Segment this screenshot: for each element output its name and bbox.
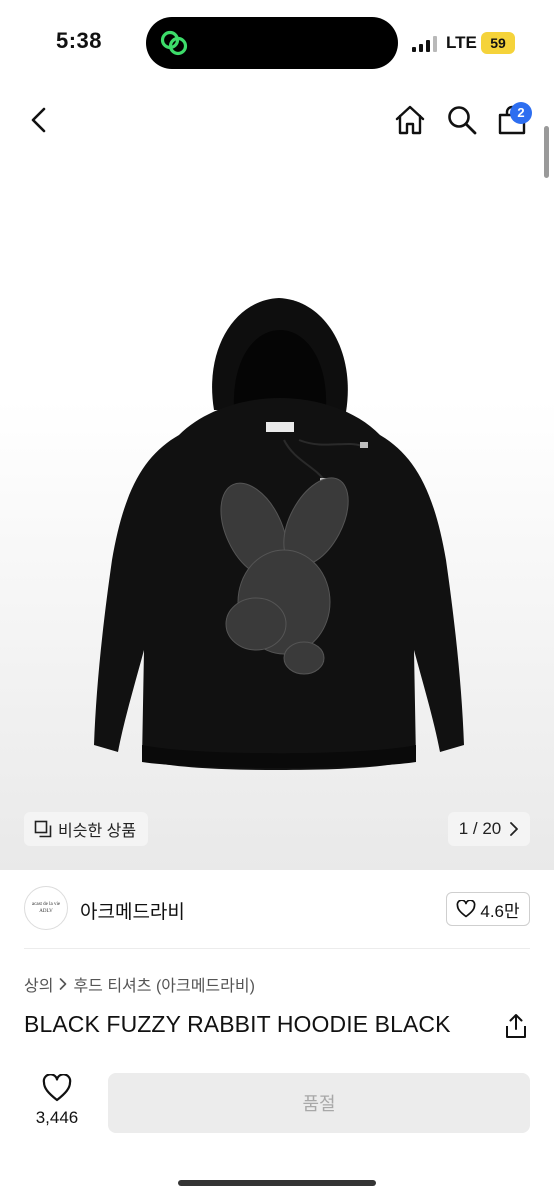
signal-icon — [412, 36, 437, 52]
breadcrumb-category[interactable]: 상의 — [24, 972, 53, 996]
home-icon[interactable] — [394, 104, 426, 136]
scrollbar[interactable] — [544, 126, 549, 178]
wishlist-button[interactable]: 3,446 — [28, 1074, 86, 1128]
breadcrumb-subcategory[interactable]: 후드 티셔츠 (아크메드라비) — [73, 972, 254, 996]
status-time: 5:38 — [56, 28, 103, 53]
back-icon[interactable] — [24, 104, 56, 136]
chevron-right-icon — [510, 822, 519, 836]
brand-row[interactable]: acast de la vie ADLV 아크메드라비 4.6만 — [0, 870, 554, 950]
brand-logo-mark: ADLV — [39, 909, 53, 914]
breadcrumb: 상의 후드 티셔츠 (아크메드라비) — [24, 972, 255, 996]
cart-count-badge: 2 — [510, 102, 532, 124]
status-bar: 5:38 LTE 59 — [0, 0, 554, 86]
image-pager-count: 1 / 20 — [458, 819, 502, 838]
wishlist-count: 3,446 — [35, 1108, 79, 1127]
home-indicator — [178, 1180, 376, 1186]
similar-products-icon — [34, 820, 52, 838]
similar-products-button[interactable]: 비슷한 상품 — [24, 812, 149, 846]
hoodie-product-image — [94, 298, 464, 770]
network-type: LTE — [446, 33, 477, 52]
brand-logo-text: acast de la vie — [31, 902, 61, 907]
brand-name[interactable]: 아크메드라비 — [80, 897, 185, 924]
chevron-right-icon — [60, 978, 67, 990]
divider — [24, 948, 530, 949]
brand-like-count: 4.6만 — [480, 901, 520, 921]
search-icon[interactable] — [446, 104, 478, 136]
sold-out-button[interactable]: 품절 — [108, 1073, 530, 1133]
brand-like-button[interactable]: 4.6만 — [446, 892, 530, 926]
link-app-icon — [160, 30, 188, 56]
battery-indicator: 59 — [481, 32, 515, 54]
product-gallery[interactable]: 2 비슷한 상품 1 / 20 — [0, 86, 554, 870]
product-title: BLACK FUZZY RABBIT HOODIE BLACK — [24, 1011, 451, 1037]
brand-logo[interactable]: acast de la vie ADLV — [24, 886, 68, 930]
similar-products-label: 비슷한 상품 — [58, 823, 137, 840]
dynamic-island — [146, 17, 398, 69]
heart-icon — [456, 900, 476, 918]
share-icon[interactable] — [504, 1013, 528, 1039]
image-pager[interactable]: 1 / 20 — [448, 812, 530, 846]
heart-icon — [42, 1074, 72, 1102]
